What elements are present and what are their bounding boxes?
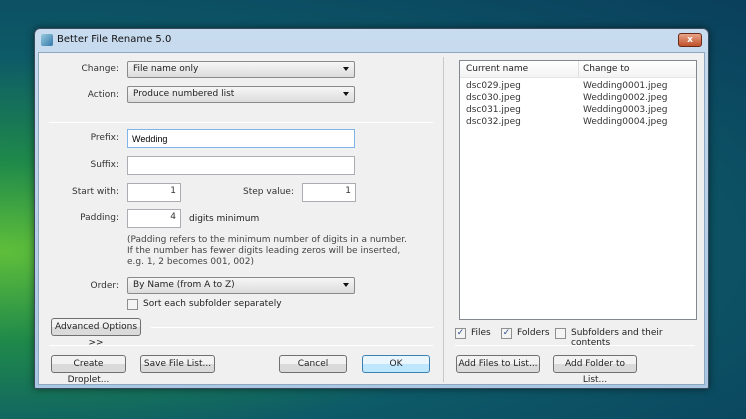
suffix-input[interactable]: [127, 156, 355, 175]
window-title: Better File Rename 5.0: [57, 34, 172, 45]
step-label: Step value:: [243, 187, 294, 197]
action-value: Produce numbered list: [133, 89, 235, 99]
suffix-label: Suffix:: [90, 160, 119, 170]
order-label: Order:: [90, 281, 119, 291]
current-name: dsc031.jpeg: [466, 105, 521, 115]
advanced-options-button[interactable]: Advanced Options >>: [51, 318, 141, 348]
change-select[interactable]: File name only: [127, 61, 355, 78]
divider: [455, 345, 695, 346]
list-header: Current name Change to: [460, 61, 696, 78]
note-line: If the number has fewer digits leading z…: [127, 246, 401, 256]
panel-separator: [443, 57, 444, 382]
prefix-input[interactable]: [127, 129, 355, 148]
subfolders-checkbox[interactable]: [555, 328, 566, 339]
list-row[interactable]: dsc030.jpeg Wedding0002.jpeg: [460, 93, 696, 105]
folders-label: Folders: [517, 328, 550, 338]
start-label: Start with:: [72, 187, 119, 197]
divider: [49, 345, 433, 346]
padding-note: (Padding refers to the minimum number of…: [127, 235, 407, 268]
cancel-button[interactable]: Cancel: [279, 355, 347, 373]
column-change-to[interactable]: Change to: [583, 64, 629, 74]
add-files-button[interactable]: Add Files to List...: [456, 355, 540, 373]
close-button[interactable]: x: [678, 33, 702, 47]
action-label: Action:: [87, 90, 119, 100]
sort-subfolder-label: Sort each subfolder separately: [143, 299, 282, 309]
list-row[interactable]: dsc031.jpeg Wedding0003.jpeg: [460, 105, 696, 117]
order-select[interactable]: By Name (from A to Z): [127, 277, 355, 294]
column-current-name[interactable]: Current name: [466, 64, 528, 74]
current-name: dsc030.jpeg: [466, 93, 521, 103]
create-droplet-button[interactable]: Create Droplet...: [51, 355, 126, 385]
new-name: Wedding0002.jpeg: [583, 93, 668, 103]
note-line: (Padding refers to the minimum number of…: [127, 235, 407, 245]
action-select[interactable]: Produce numbered list: [127, 86, 355, 103]
current-name: dsc032.jpeg: [466, 117, 521, 127]
current-name: dsc029.jpeg: [466, 81, 521, 91]
chevron-down-icon: [343, 67, 349, 71]
new-name: Wedding0004.jpeg: [583, 117, 668, 127]
client-area: Change: File name only Action: Produce n…: [38, 52, 705, 385]
divider: [49, 122, 433, 123]
ok-button[interactable]: OK: [362, 355, 430, 373]
chevron-down-icon: [343, 283, 349, 287]
padding-input[interactable]: 4: [127, 209, 181, 228]
prefix-label: Prefix:: [90, 133, 119, 143]
app-window: Better File Rename 5.0 x Change: File na…: [34, 28, 709, 389]
change-label: Change:: [81, 64, 120, 74]
padding-label: Padding:: [80, 213, 119, 223]
new-name: Wedding0001.jpeg: [583, 81, 668, 91]
folders-checkbox[interactable]: ✓: [501, 328, 512, 339]
list-row[interactable]: dsc029.jpeg Wedding0001.jpeg: [460, 81, 696, 93]
padding-suffix: digits minimum: [189, 214, 260, 224]
files-checkbox[interactable]: ✓: [455, 328, 466, 339]
save-file-list-button[interactable]: Save File List...: [140, 355, 215, 373]
sort-subfolder-checkbox[interactable]: [127, 299, 138, 310]
start-input[interactable]: 1: [127, 183, 181, 202]
file-list[interactable]: Current name Change to dsc029.jpeg Weddin…: [459, 60, 697, 320]
change-value: File name only: [133, 64, 199, 74]
list-row[interactable]: dsc032.jpeg Wedding0004.jpeg: [460, 117, 696, 129]
add-folder-button[interactable]: Add Folder to List...: [553, 355, 637, 385]
files-label: Files: [471, 328, 491, 338]
note-line: e.g. 1, 2 becomes 001, 002): [127, 257, 255, 267]
order-value: By Name (from A to Z): [133, 280, 235, 290]
step-input[interactable]: 1: [302, 183, 356, 202]
app-icon: [41, 34, 53, 46]
new-name: Wedding0003.jpeg: [583, 105, 668, 115]
divider: [151, 327, 433, 328]
chevron-down-icon: [343, 92, 349, 96]
